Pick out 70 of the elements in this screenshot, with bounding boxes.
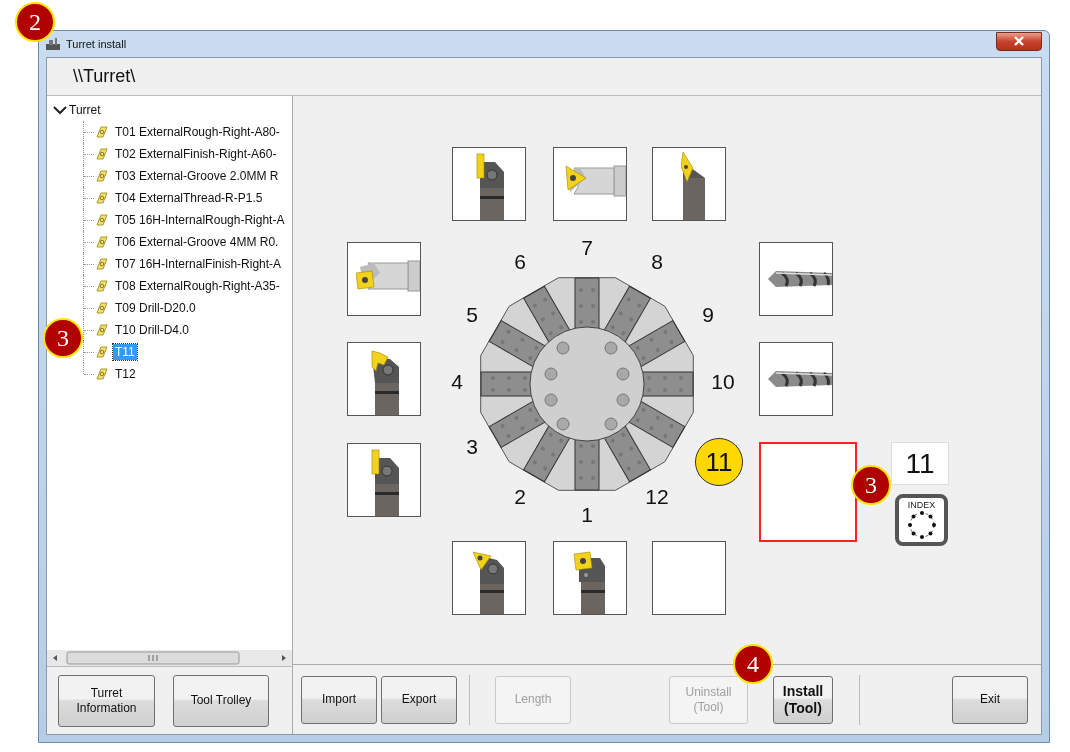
station-number: 10 — [711, 370, 735, 394]
tool-slot[interactable] — [652, 541, 726, 615]
station-number: 8 — [651, 250, 663, 274]
close-button[interactable] — [996, 31, 1042, 51]
insert-icon — [95, 147, 109, 161]
path-title: \\Turret\ — [73, 66, 136, 87]
tree-item[interactable]: T01 ExternalRough-Right-A80- — [113, 124, 282, 140]
tree-node[interactable]: Turret — [69, 103, 101, 117]
app-icon — [46, 38, 60, 50]
index-button[interactable]: INDEX — [895, 494, 948, 546]
insert-icon — [95, 169, 109, 183]
tree-item[interactable]: T09 Drill-D20.0 — [113, 300, 198, 316]
insert-icon — [95, 257, 109, 271]
boring-bar-drawing — [562, 164, 626, 198]
tree-item[interactable]: T02 ExternalFinish-Right-A60- — [113, 146, 279, 162]
tool-slot[interactable] — [347, 242, 421, 316]
tree-item[interactable]: T04 ExternalThread-R-P1.5 — [113, 190, 265, 206]
station-number: 6 — [514, 250, 526, 274]
insert-icon — [95, 191, 109, 205]
chevron-down-icon[interactable] — [53, 105, 67, 115]
station-number: 5 — [466, 303, 478, 327]
tool-slot[interactable] — [553, 541, 627, 615]
toolbar-button[interactable]: Export — [381, 675, 457, 724]
toolbar-button[interactable]: Tool Trolley — [173, 674, 269, 727]
station-number-badge: 11 — [695, 438, 743, 486]
station-number: 3 — [466, 435, 478, 459]
tool-slot[interactable] — [759, 442, 857, 542]
station-number: 12 — [645, 485, 669, 509]
station-number: 4 — [451, 370, 463, 394]
insert-icon — [95, 323, 109, 337]
station-field[interactable]: 11 — [891, 442, 949, 485]
tool-slot[interactable] — [347, 342, 421, 416]
index-label: INDEX — [907, 501, 936, 510]
tool-slot[interactable] — [652, 147, 726, 221]
station-number: 1 — [581, 503, 593, 527]
window-title: Turret install — [66, 38, 128, 50]
drill-bit-drawing — [768, 370, 832, 388]
station-number: 9 — [702, 303, 714, 327]
toolbar-button[interactable]: Import — [301, 675, 377, 724]
station-number: 7 — [581, 236, 593, 260]
insert-icon — [95, 345, 109, 359]
tree-item[interactable]: T07 16H-InternalFinish-Right-A — [113, 256, 284, 272]
tree-item[interactable]: T05 16H-InternalRough-Right-A — [113, 212, 287, 228]
insert-icon — [95, 125, 109, 139]
drill-bit-drawing — [768, 270, 832, 288]
close-icon — [1013, 36, 1025, 46]
horizontal-scrollbar[interactable] — [47, 650, 292, 666]
callout-badge: 2 — [15, 2, 55, 42]
tree-item[interactable]: T03 External-Groove 2.0MM R — [113, 168, 281, 184]
toolbar-button[interactable]: Turret Information — [58, 674, 155, 727]
boring-bar-drawing — [356, 259, 420, 293]
tool-slot[interactable] — [347, 443, 421, 517]
tool-slot[interactable] — [452, 147, 526, 221]
tree-item[interactable]: T06 External-Groove 4MM R0. — [113, 234, 281, 250]
insert-icon — [95, 301, 109, 315]
tree-item[interactable]: T08 ExternalRough-Right-A35- — [113, 278, 282, 294]
insert-icon — [95, 235, 109, 249]
tool-slot[interactable] — [553, 147, 627, 221]
tree-item[interactable]: T10 Drill-D4.0 — [113, 322, 191, 338]
turning-tool-drawing — [681, 152, 705, 220]
station-number: 2 — [514, 485, 526, 509]
insert-icon — [95, 367, 109, 381]
tree-item[interactable]: T12 — [113, 366, 138, 382]
tool-slot[interactable] — [452, 541, 526, 615]
insert-icon — [95, 279, 109, 293]
tool-slot[interactable] — [759, 342, 833, 416]
tool-slot[interactable] — [759, 242, 833, 316]
toolbar-button[interactable]: Install (Tool) — [773, 675, 833, 724]
insert-icon — [95, 213, 109, 227]
toolbar-button[interactable]: Exit — [952, 675, 1028, 724]
